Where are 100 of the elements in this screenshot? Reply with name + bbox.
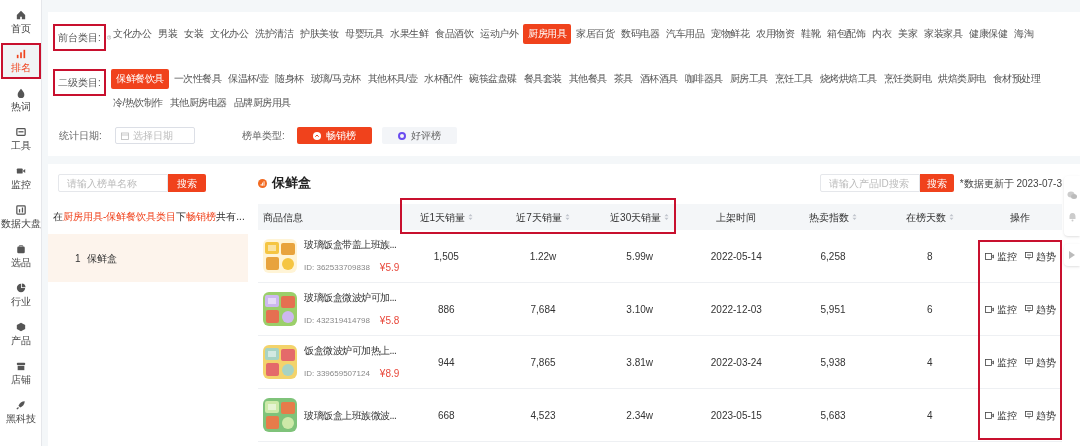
category-tab[interactable]: 一次性餐具 — [171, 69, 223, 89]
category-tab[interactable]: 厨房工具 — [727, 69, 770, 89]
sidebar-item[interactable]: 工具 — [0, 121, 41, 157]
chat-icon — [1024, 305, 1033, 313]
category-tab[interactable]: 烹饪工具 — [772, 69, 815, 89]
monitor-link[interactable]: 监控 — [984, 248, 1017, 264]
category-tab[interactable]: 烘焙类厨电 — [936, 69, 988, 89]
rocket-icon — [15, 399, 26, 410]
bag-icon — [15, 243, 26, 254]
sidebar-item[interactable]: 排名 — [0, 43, 41, 79]
category-tab[interactable]: 冷/热饮制作 — [111, 93, 165, 113]
chat-icon[interactable] — [1067, 190, 1077, 200]
filter-label: 统计日期: — [59, 129, 103, 143]
category-tab[interactable]: 保温杯/壶 — [226, 69, 271, 89]
category-tab[interactable]: 洗护清洁 — [253, 24, 295, 44]
sidebar-item[interactable]: 监控 — [0, 160, 41, 196]
category-tab[interactable]: 厨房用具 — [523, 24, 571, 44]
trend-link[interactable]: 趋势 — [1024, 301, 1056, 317]
category-tab[interactable]: 水果生鲜 — [388, 24, 430, 44]
category-tab[interactable]: 数码电器 — [619, 24, 661, 44]
category-tab[interactable]: 茶具 — [611, 69, 635, 89]
product-title[interactable]: 玻璃饭盒带盖上班族... — [304, 237, 398, 252]
list-type-button[interactable]: 畅销榜 — [296, 127, 372, 144]
category-tab[interactable]: 箱包配饰 — [825, 24, 867, 44]
category-tab[interactable]: 美家 — [896, 24, 919, 44]
category-tab[interactable]: 酒杯酒具 — [637, 69, 680, 89]
category-tab[interactable]: 护肤美妆 — [298, 24, 340, 44]
sidebar-item[interactable]: 热词 — [0, 82, 41, 118]
sidebar-item[interactable]: 产品 — [0, 316, 41, 352]
category-tab[interactable]: 其他餐具 — [566, 69, 609, 89]
sidebar-item[interactable]: 数据大盘 — [0, 199, 41, 235]
monitor-link[interactable]: 监控 — [984, 407, 1017, 423]
sort-icon[interactable] — [564, 213, 570, 221]
list-type-button[interactable]: 好评榜 — [381, 127, 457, 144]
category-tab[interactable]: 家装家具 — [922, 24, 964, 44]
category-tab[interactable]: 水杯配件 — [422, 69, 465, 89]
category-tab[interactable]: 农用物资 — [754, 24, 796, 44]
category-tab[interactable]: 玻璃/马克杯 — [308, 69, 363, 89]
category-tab[interactable]: 其他厨房电器 — [167, 93, 229, 113]
panel-title: 保鲜盒 — [272, 174, 311, 193]
sidebar-item[interactable]: 首页 — [0, 4, 41, 40]
sort-icon[interactable] — [664, 213, 670, 221]
category-tab[interactable]: 食材预处理 — [990, 69, 1043, 89]
product-title[interactable]: 玻璃饭盒微波炉可加... — [304, 290, 398, 305]
column-header[interactable]: 热卖指数 — [809, 209, 849, 225]
trend-link[interactable]: 趋势 — [1024, 354, 1056, 370]
category-tab[interactable]: 母婴玩具 — [343, 24, 385, 44]
category-tab[interactable]: 其他杯具/壶 — [365, 69, 420, 89]
search-button[interactable]: 搜索 — [919, 174, 954, 192]
column-header[interactable]: 在榜天数 — [905, 209, 946, 225]
sort-icon[interactable] — [852, 213, 857, 221]
category-tab[interactable]: 文化办公 — [208, 24, 250, 44]
category-tab[interactable]: 海淘 — [1012, 24, 1035, 44]
product-title[interactable]: 玻璃饭盒上班族微波... — [304, 407, 397, 423]
category-tab[interactable]: 餐具套装 — [521, 69, 564, 89]
category-tab[interactable]: 烧烤烘焙工具 — [817, 69, 879, 89]
category-tab[interactable]: 碗筷盆盘碟 — [467, 69, 519, 89]
product-title[interactable]: 饭盒微波炉可加热上... — [304, 343, 398, 358]
monitor-link[interactable]: 监控 — [984, 301, 1017, 317]
category-tab[interactable]: 烹饪类厨电 — [881, 69, 934, 89]
column-header: 商品信息 — [263, 210, 303, 225]
play-button[interactable] — [1064, 244, 1080, 266]
table-cell-text: 8 — [926, 249, 933, 264]
category-tab[interactable]: 内衣 — [870, 24, 893, 44]
category-tab[interactable]: 鞋靴 — [799, 24, 822, 44]
sidebar-item[interactable]: 行业 — [0, 277, 41, 313]
trend-link[interactable]: 趋势 — [1024, 248, 1056, 264]
category-tab[interactable]: 家居百货 — [574, 24, 616, 44]
category-tab[interactable]: 品牌厨房用具 — [231, 93, 293, 113]
category-tab[interactable]: 宠物鲜花 — [709, 24, 751, 44]
bell-icon[interactable] — [1067, 211, 1077, 222]
ranking-list-item[interactable]: 1 保鲜盒 — [48, 234, 248, 282]
monitor-link[interactable]: 监控 — [984, 354, 1017, 370]
category-tab[interactable]: 文化办公 — [111, 24, 153, 44]
search-button[interactable]: 搜索 — [168, 174, 206, 192]
category-tab[interactable]: 保鲜餐饮具 — [111, 69, 169, 89]
sidebar-item[interactable]: 选品 — [0, 238, 41, 274]
arrow-up-icon — [312, 131, 321, 140]
sort-icon[interactable] — [948, 213, 954, 221]
category-tab[interactable]: 健康保健 — [967, 24, 1009, 44]
column-header[interactable]: 近7天销量 — [516, 209, 562, 225]
column-header[interactable]: 近1天销量 — [419, 209, 466, 225]
chat-icon — [1024, 358, 1033, 366]
category-tab[interactable]: 运动户外 — [478, 24, 520, 44]
table-cell-text: 4 — [926, 355, 933, 370]
help-icon[interactable] — [106, 33, 111, 42]
table-cell-text: 886 — [438, 302, 455, 317]
category-tab[interactable]: 咖啡器具 — [682, 69, 725, 89]
category-tab[interactable]: 食品酒饮 — [433, 24, 475, 44]
category-tab[interactable]: 随身杯 — [273, 69, 306, 89]
category-tab[interactable]: 女装 — [182, 24, 205, 44]
sort-icon[interactable] — [468, 213, 474, 221]
column-header[interactable]: 近30天销量 — [610, 209, 662, 225]
bar-chart-icon — [15, 48, 26, 59]
trend-link[interactable]: 趋势 — [1024, 407, 1056, 423]
sidebar-item[interactable]: 店铺 — [0, 355, 41, 391]
category-tab[interactable]: 汽车用品 — [664, 24, 706, 44]
sidebar-item[interactable]: 黑科技 — [0, 394, 41, 430]
category-tab[interactable]: 男装 — [156, 24, 179, 44]
table-cell-text: 3.81w — [626, 355, 653, 370]
